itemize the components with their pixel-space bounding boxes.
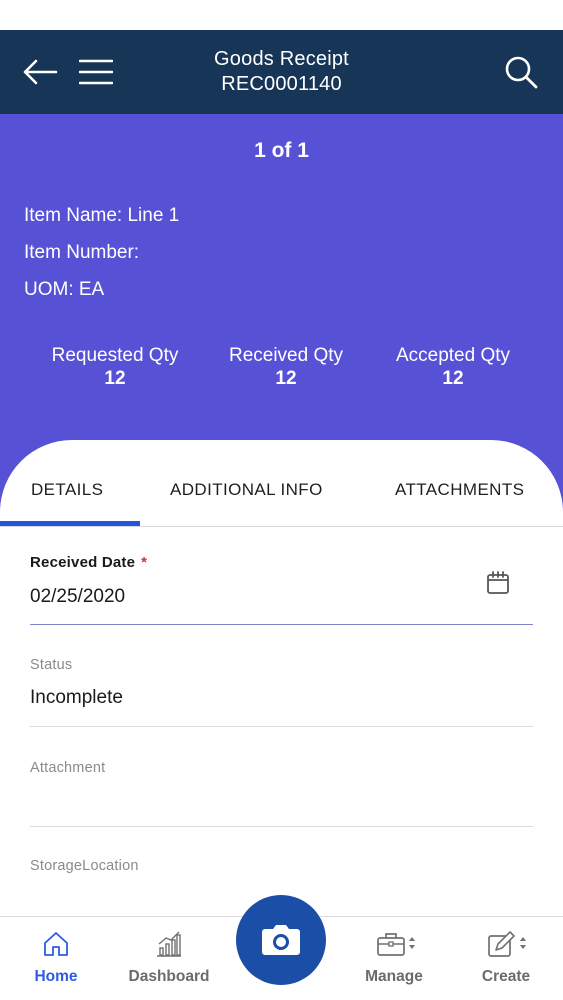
accepted-qty: Accepted Qty 12 xyxy=(372,345,534,390)
required-marker: * xyxy=(141,554,148,571)
attachment-label: Attachment xyxy=(30,760,106,776)
status-bar xyxy=(0,0,563,30)
app-header: Goods Receipt REC0001140 xyxy=(0,30,563,114)
requested-qty: Requested Qty 12 xyxy=(30,345,200,390)
received-date-field[interactable]: Received Date * 02/25/2020 xyxy=(30,552,533,625)
bar-chart-icon xyxy=(157,931,181,957)
requested-qty-label: Requested Qty xyxy=(51,345,179,366)
received-qty: Received Qty 12 xyxy=(200,345,372,390)
hamburger-menu-icon xyxy=(79,59,113,85)
status-label: Status xyxy=(30,657,73,673)
search-button[interactable] xyxy=(501,52,541,92)
received-date-value[interactable]: 02/25/2020 xyxy=(30,586,125,608)
status-field[interactable]: Status Incomplete xyxy=(30,657,533,727)
nav-home-label: Home xyxy=(34,968,78,985)
nav-home[interactable]: Home xyxy=(16,917,96,1000)
edit-icon xyxy=(488,931,526,957)
received-qty-label: Received Qty xyxy=(228,345,344,366)
tab-attachments[interactable]: ATTACHMENTS xyxy=(395,480,524,500)
calendar-icon xyxy=(487,571,509,594)
uom: UOM: EA xyxy=(24,279,105,300)
accepted-qty-label: Accepted Qty xyxy=(395,345,511,366)
pager-indicator: 1 of 1 xyxy=(254,139,309,162)
nav-manage-label: Manage xyxy=(365,968,423,985)
nav-create[interactable]: Create xyxy=(464,917,548,1000)
briefcase-icon xyxy=(377,933,415,956)
received-qty-value: 12 xyxy=(275,368,297,389)
received-date-label: Received Date * xyxy=(30,554,147,571)
nav-dashboard-label: Dashboard xyxy=(128,968,210,985)
nav-dashboard[interactable]: Dashboard xyxy=(118,917,220,1000)
item-name: Item Name: Line 1 xyxy=(24,205,180,226)
menu-button[interactable] xyxy=(76,52,116,92)
back-button[interactable] xyxy=(20,52,60,92)
nav-manage[interactable]: Manage xyxy=(352,917,436,1000)
home-icon xyxy=(44,932,68,956)
camera-icon xyxy=(262,925,300,955)
search-icon xyxy=(505,56,538,89)
camera-button[interactable] xyxy=(236,895,326,985)
details-card: DETAILS ADDITIONAL INFO ATTACHMENTS Rece… xyxy=(0,440,563,916)
page-title: Goods Receipt REC0001140 xyxy=(130,47,433,97)
active-tab-indicator xyxy=(0,521,140,526)
calendar-button[interactable] xyxy=(485,570,511,596)
attachment-field[interactable]: Attachment xyxy=(30,760,533,827)
tab-details[interactable]: DETAILS xyxy=(31,480,103,500)
page-title-receipt-number: REC0001140 xyxy=(221,73,342,95)
storage-location-label: StorageLocation xyxy=(30,858,139,874)
received-date-label-text: Received Date xyxy=(30,554,136,571)
nav-create-label: Create xyxy=(481,968,531,985)
item-number: Item Number: xyxy=(24,242,140,263)
tab-bar: DETAILS ADDITIONAL INFO ATTACHMENTS xyxy=(0,440,563,527)
status-value[interactable]: Incomplete xyxy=(30,687,123,709)
page-title-main: Goods Receipt xyxy=(214,48,349,70)
arrow-left-icon xyxy=(23,59,58,85)
accepted-qty-value: 12 xyxy=(442,368,464,389)
requested-qty-value: 12 xyxy=(104,368,126,389)
tab-additional-info[interactable]: ADDITIONAL INFO xyxy=(170,480,323,500)
